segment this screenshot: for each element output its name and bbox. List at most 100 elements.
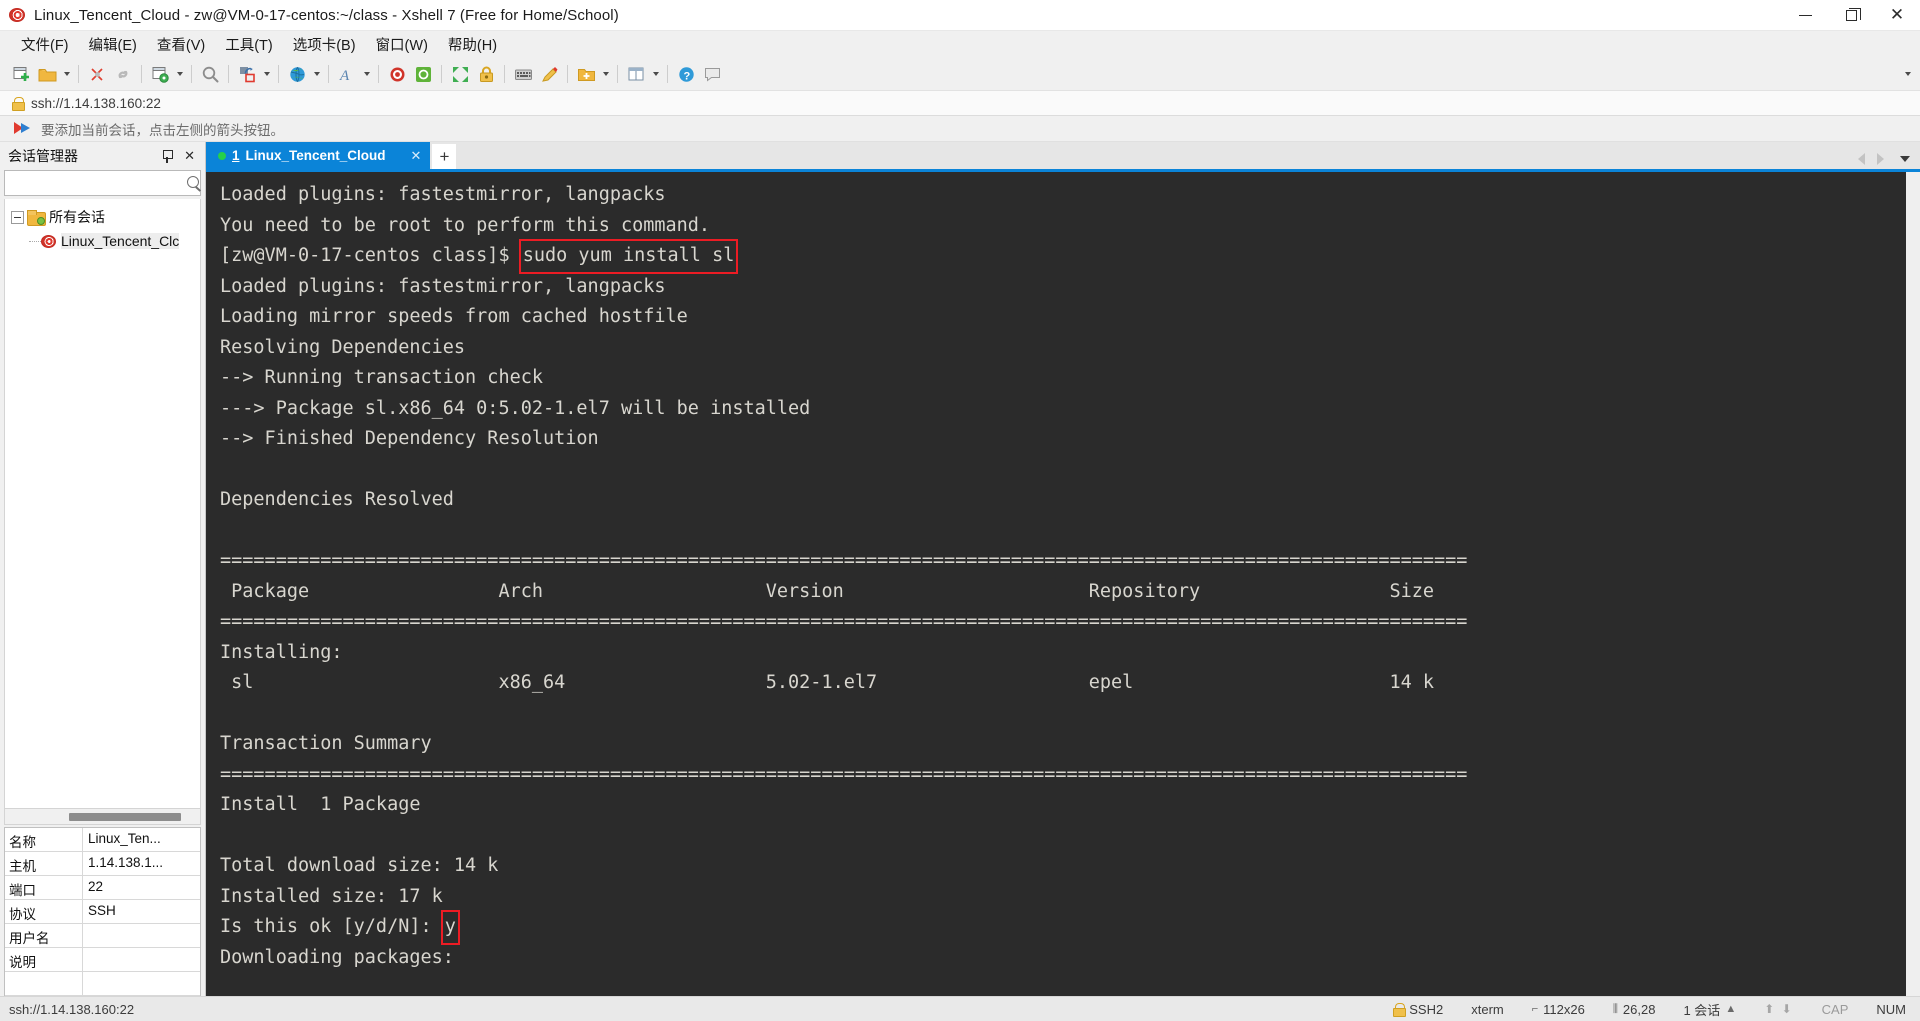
folder-icon xyxy=(27,210,46,226)
status-sessions: 1 会话 xyxy=(1683,1002,1721,1018)
keyboard-icon[interactable] xyxy=(510,61,536,87)
session-properties-dropdown[interactable] xyxy=(173,61,186,87)
menu-help[interactable]: 帮助(H) xyxy=(439,31,506,58)
globe-dropdown[interactable] xyxy=(310,61,323,87)
terminal-line: Total download size: 14 k xyxy=(220,855,499,876)
close-icon[interactable]: ✕ xyxy=(184,150,195,163)
xshell-icon[interactable] xyxy=(384,61,410,87)
status-bar: ssh://1.14.138.160:22 SSH2 xterm ⌐ 112x2… xyxy=(0,996,1920,1021)
window-controls: ✕ xyxy=(1782,0,1920,31)
lock-icon[interactable] xyxy=(473,61,499,87)
resize-icon: ⌐ xyxy=(1531,1003,1539,1015)
tree-node-all-sessions[interactable]: 所有会话 xyxy=(5,205,200,229)
terminal-line: Package Arch Version Repository Size xyxy=(220,580,1435,602)
sidebar-horizontal-scrollbar[interactable] xyxy=(4,809,201,825)
fullscreen-icon[interactable] xyxy=(447,61,473,87)
terminal-screen[interactable]: Loaded plugins: fastestmirror, langpacks… xyxy=(206,169,1920,996)
terminal-scrollbar[interactable] xyxy=(1906,172,1920,996)
status-sessions-cell[interactable]: 1 会话 ▲ xyxy=(1669,997,1750,1021)
tree-node-session[interactable]: Linux_Tencent_Clc xyxy=(5,229,200,253)
close-button[interactable]: ✕ xyxy=(1874,0,1920,31)
terminal-line: Resolving Dependencies xyxy=(220,336,466,358)
session-manager-panel: 会话管理器 ✕ 所有会话 Linux_Tencent_Clc 名称 Linux_… xyxy=(0,142,206,996)
add-folder-icon[interactable] xyxy=(573,61,599,87)
property-value xyxy=(83,924,200,947)
scrollbar-thumb[interactable] xyxy=(69,813,181,821)
terminal-panel: 1 Linux_Tencent_Cloud ✕ + Loaded plugins… xyxy=(206,142,1920,996)
status-url: ssh://1.14.138.160:22 xyxy=(9,1001,135,1017)
terminal-line: ---> Package sl.x86_64 0:5.02-1.el7 will… xyxy=(220,397,811,419)
new-session-icon[interactable] xyxy=(8,61,34,87)
menu-edit[interactable]: 编辑(E) xyxy=(80,31,146,58)
chevron-left-icon[interactable] xyxy=(1858,153,1865,165)
red-blue-arrow-icon xyxy=(14,122,32,135)
highlight-icon[interactable] xyxy=(536,61,562,87)
toolbar-overflow-caret[interactable] xyxy=(1901,61,1914,87)
search-input[interactable] xyxy=(11,175,187,191)
globe-icon[interactable] xyxy=(284,61,310,87)
toolbar-overflow[interactable] xyxy=(1901,61,1920,87)
menu-window[interactable]: 窗口(W) xyxy=(367,31,437,58)
comment-icon[interactable] xyxy=(699,61,725,87)
table-row: 说明 xyxy=(5,948,200,972)
tab-status-dot xyxy=(218,151,226,160)
new-tab-button[interactable]: + xyxy=(432,144,457,169)
toolbar-separator-8 xyxy=(441,65,442,83)
session-search-box[interactable] xyxy=(4,170,201,196)
font-dropdown[interactable] xyxy=(360,61,373,87)
property-key: 端口 xyxy=(5,876,83,899)
tree-node-label: 所有会话 xyxy=(49,209,105,225)
snail-icon xyxy=(9,6,27,24)
table-row: 端口 22 xyxy=(5,876,200,900)
open-folder-dropdown[interactable] xyxy=(60,61,73,87)
terminal-line: You need to be root to perform this comm… xyxy=(220,214,711,236)
menu-tab[interactable]: 选项卡(B) xyxy=(284,31,365,58)
highlighted-answer: y xyxy=(440,910,460,945)
menu-file[interactable]: 文件(F) xyxy=(12,31,78,58)
terminal-line: Loaded plugins: fastestmirror, langpacks xyxy=(220,184,666,205)
xftp-icon[interactable] xyxy=(410,61,436,87)
tab-bar: 1 Linux_Tencent_Cloud ✕ + xyxy=(206,142,1920,169)
status-protocol: SSH2 xyxy=(1409,1001,1444,1017)
address-url: ssh://1.14.138.160:22 xyxy=(31,95,161,111)
session-tree[interactable]: 所有会话 Linux_Tencent_Clc xyxy=(4,199,201,809)
svg-text:?: ? xyxy=(683,70,690,82)
status-size: 112x26 xyxy=(1543,1001,1585,1017)
session-properties-icon[interactable] xyxy=(147,61,173,87)
maximize-button[interactable] xyxy=(1828,0,1874,31)
pin-icon[interactable] xyxy=(161,149,174,163)
reconnect-icon[interactable] xyxy=(110,61,136,87)
layout-dropdown[interactable] xyxy=(649,61,662,87)
property-value: Linux_Ten... xyxy=(88,831,161,846)
layout-icon[interactable] xyxy=(623,61,649,87)
table-row: 协议 SSH xyxy=(5,900,200,924)
menu-tools[interactable]: 工具(T) xyxy=(216,31,282,58)
tab-linux-tencent-cloud[interactable]: 1 Linux_Tencent_Cloud ✕ xyxy=(206,142,431,169)
search-icon[interactable] xyxy=(187,175,202,191)
chevron-up-icon[interactable]: ▲ xyxy=(1725,1003,1736,1015)
expander-icon[interactable] xyxy=(11,210,24,224)
terminal-line: --> Finished Dependency Resolution xyxy=(220,428,599,449)
terminal-confirm-prompt: Is this ok [y/d/N]: xyxy=(220,916,443,937)
svg-text:A: A xyxy=(339,68,350,84)
font-icon[interactable]: A xyxy=(334,61,360,87)
status-cursor-cell: ⫼ 26,28 xyxy=(1599,997,1670,1021)
open-folder-icon[interactable] xyxy=(34,61,60,87)
add-folder-dropdown[interactable] xyxy=(599,61,612,87)
find-icon[interactable] xyxy=(197,61,223,87)
chevron-down-icon[interactable] xyxy=(1900,156,1910,162)
tab-close-icon[interactable]: ✕ xyxy=(406,148,427,164)
transfer-file-dropdown[interactable] xyxy=(260,61,273,87)
address-bar[interactable]: ssh://1.14.138.160:22 xyxy=(0,90,1920,116)
toolbar-separator-6 xyxy=(328,65,329,83)
minimize-button[interactable] xyxy=(1782,0,1828,31)
terminal-line: ========================================… xyxy=(220,611,1468,632)
help-icon[interactable]: ? xyxy=(673,61,699,87)
disconnect-icon[interactable] xyxy=(84,61,110,87)
toolbar: A ? xyxy=(0,58,1920,90)
transfer-file-icon[interactable] xyxy=(234,61,260,87)
status-terminal-type: xterm xyxy=(1471,1001,1504,1017)
chevron-right-icon[interactable] xyxy=(1877,153,1884,165)
menu-view[interactable]: 查看(V) xyxy=(148,31,214,58)
property-key: 用户名 xyxy=(5,924,83,947)
